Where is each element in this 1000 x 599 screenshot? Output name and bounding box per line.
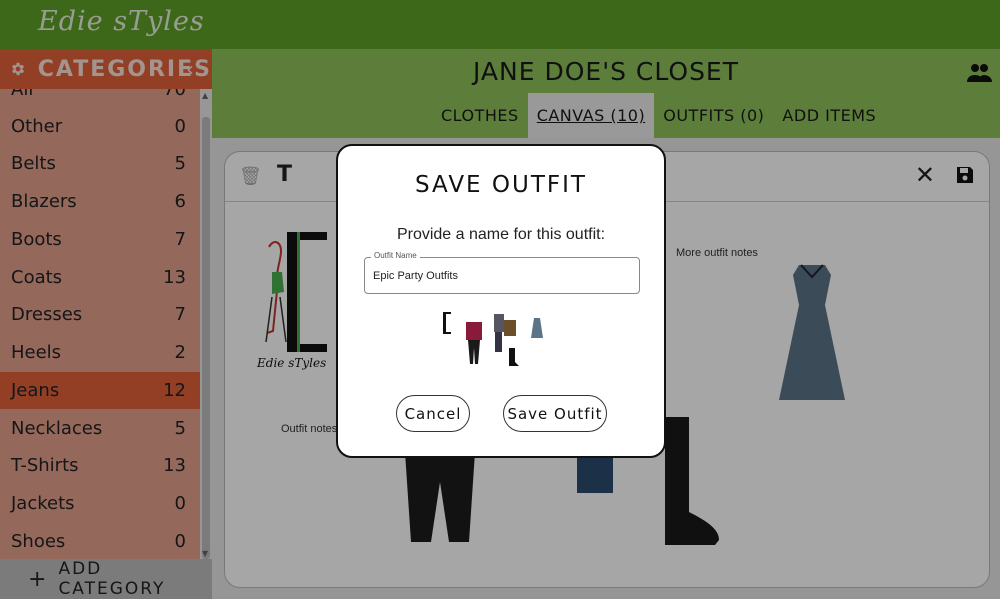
- save-outfit-dialog: SAVE OUTFIT Provide a name for this outf…: [336, 144, 666, 458]
- save-outfit-button[interactable]: Save Outfit: [503, 395, 607, 432]
- dialog-title: SAVE OUTFIT: [415, 172, 587, 198]
- dialog-prompt: Provide a name for this outfit:: [396, 226, 606, 243]
- cancel-button[interactable]: Cancel: [396, 395, 470, 432]
- outfit-name-field[interactable]: Outfit Name: [364, 251, 640, 294]
- outfit-name-input[interactable]: [373, 267, 631, 285]
- outfit-name-label: Outfit Name: [371, 251, 420, 260]
- outfit-preview-image: [443, 312, 543, 366]
